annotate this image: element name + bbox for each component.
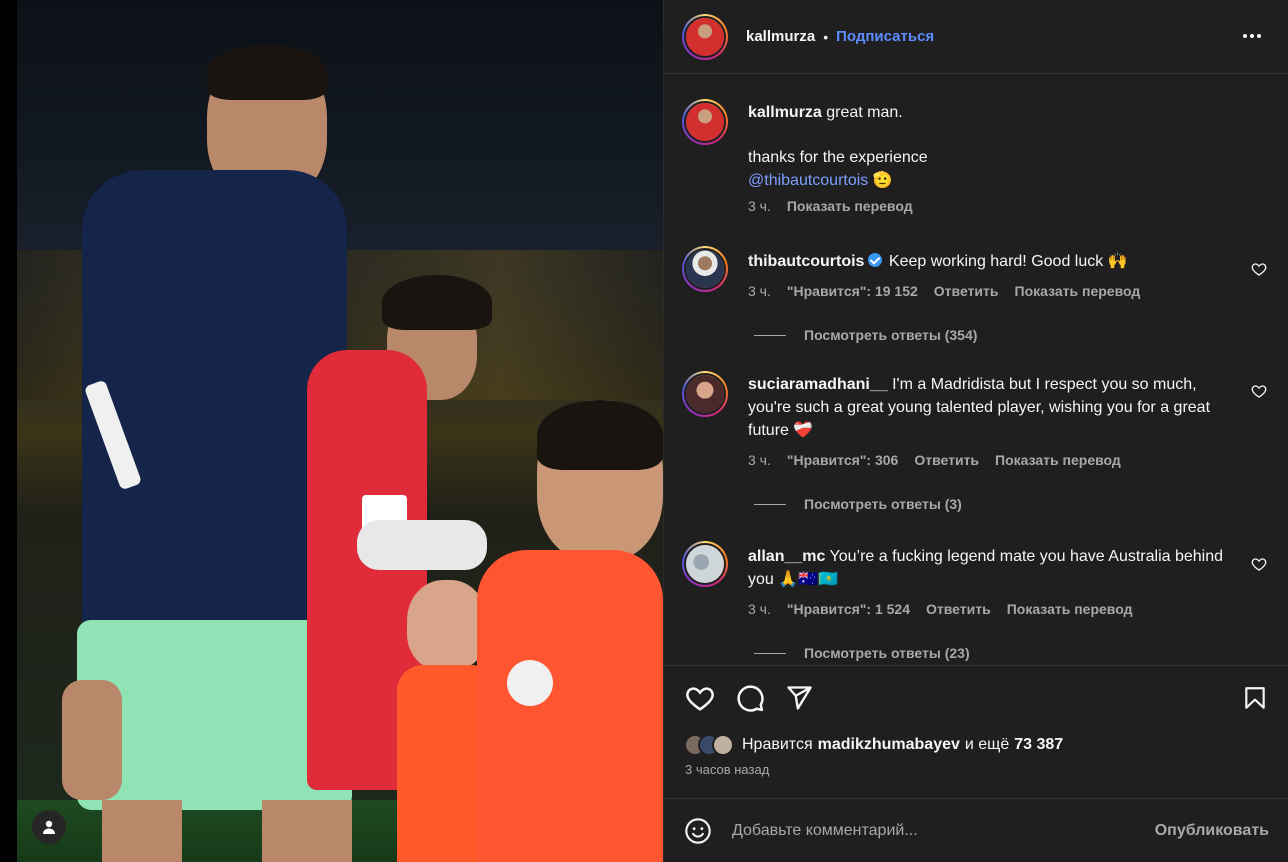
likes-prefix: Нравится: [742, 736, 813, 753]
header-separator: •: [823, 28, 829, 45]
likes-count[interactable]: 73 387: [1014, 736, 1063, 754]
comment-avatar[interactable]: [682, 541, 728, 587]
comment-avatar[interactable]: [682, 246, 728, 292]
comment-translate[interactable]: Показать перевод: [1015, 283, 1141, 299]
comment-time[interactable]: 3 ч.: [748, 601, 771, 617]
bookmark-icon: [1245, 687, 1265, 709]
more-options-button[interactable]: [1240, 24, 1264, 48]
likes-summary[interactable]: Нравится madikzhumabayev и ещё 73 387: [684, 734, 1068, 756]
post-header: kallmurza • Подписаться: [664, 0, 1288, 74]
comment-reply-button[interactable]: Ответить: [914, 452, 979, 468]
comment-likes[interactable]: "Нравится": 306: [787, 452, 898, 468]
comment-item: suciaramadhani__ I'm a Madridista but I …: [682, 371, 1267, 512]
follow-button[interactable]: Подписаться: [836, 28, 934, 45]
comment-like-heart-icon[interactable]: [1251, 261, 1267, 277]
post-time[interactable]: 3 часов назад: [685, 762, 769, 777]
publish-button[interactable]: Опубликовать: [1155, 822, 1269, 840]
save-button[interactable]: [1239, 682, 1271, 714]
comment-username[interactable]: allan__mc: [748, 548, 825, 565]
post-sidebar: kallmurza • Подписаться kallmurza great …: [663, 0, 1288, 862]
caption-time[interactable]: 3 ч.: [748, 198, 771, 214]
action-icons-row: [684, 682, 1271, 714]
tagged-people-button[interactable]: [32, 810, 66, 844]
comment-avatar[interactable]: [682, 371, 728, 417]
comment-like-heart-icon[interactable]: [1251, 383, 1267, 399]
add-comment-bar: Опубликовать: [664, 798, 1288, 862]
post-actions: Нравится madikzhumabayev и ещё 73 387 3 …: [664, 665, 1288, 862]
view-replies-label: Посмотреть ответы (354): [804, 327, 978, 343]
caption-avatar[interactable]: [682, 99, 728, 145]
comment-time[interactable]: 3 ч.: [748, 283, 771, 299]
comment-text: Keep working hard! Good luck 🙌: [888, 253, 1128, 270]
comment-button[interactable]: [734, 682, 766, 714]
comment-item: allan__mc You’re a fucking legend mate y…: [682, 541, 1267, 661]
post-media[interactable]: [0, 0, 663, 862]
author-username[interactable]: kallmurza: [746, 28, 815, 45]
comment-time[interactable]: 3 ч.: [748, 452, 771, 468]
comment-like-heart-icon[interactable]: [1251, 556, 1267, 572]
person-icon: [43, 820, 55, 834]
caption-translate[interactable]: Показать перевод: [787, 198, 913, 214]
comment-icon: [737, 685, 764, 712]
view-replies-button[interactable]: Посмотреть ответы (354): [754, 327, 1267, 343]
comment-likes[interactable]: "Нравится": 1 524: [787, 601, 910, 617]
view-replies-label: Посмотреть ответы (23): [804, 645, 970, 661]
view-replies-label: Посмотреть ответы (3): [804, 496, 962, 512]
comment-translate[interactable]: Показать перевод: [1007, 601, 1133, 617]
caption-emoji: 🫡: [872, 172, 893, 189]
comment-translate[interactable]: Показать перевод: [995, 452, 1121, 468]
view-replies-button[interactable]: Посмотреть ответы (23): [754, 645, 1267, 661]
caption-text-line1: great man.: [826, 104, 903, 121]
post-photo: [17, 0, 663, 862]
like-button[interactable]: [684, 682, 716, 714]
comment-username[interactable]: thibautcourtois: [748, 253, 864, 270]
caption-mention[interactable]: @thibautcourtois: [748, 172, 868, 189]
send-icon: [787, 686, 812, 710]
author-avatar[interactable]: [682, 13, 728, 60]
caption: kallmurza great man. thanks for the expe…: [682, 99, 1267, 214]
likers-avatars: [684, 734, 734, 756]
comment-reply-button[interactable]: Ответить: [926, 601, 991, 617]
share-button[interactable]: [783, 682, 815, 714]
caption-text-line2: thanks for the experience: [748, 149, 928, 166]
more-horizontal-icon: [1243, 34, 1247, 38]
caption-username[interactable]: kallmurza: [748, 104, 822, 121]
likes-username[interactable]: madikzhumabayev: [818, 736, 960, 754]
comment-input[interactable]: [732, 822, 1155, 840]
view-replies-button[interactable]: Посмотреть ответы (3): [754, 496, 1267, 512]
comment-likes[interactable]: "Нравится": 19 152: [787, 283, 918, 299]
smiley-icon[interactable]: [684, 817, 712, 845]
verified-badge-icon: [868, 253, 883, 267]
mascot-child-large: [467, 400, 663, 862]
heart-icon: [686, 687, 714, 711]
comment-username[interactable]: suciaramadhani__: [748, 376, 888, 393]
comment-item: thibautcourtois Keep working hard! Good …: [682, 246, 1267, 343]
comment-reply-button[interactable]: Ответить: [934, 283, 999, 299]
comments-list[interactable]: kallmurza great man. thanks for the expe…: [664, 75, 1288, 665]
likes-middle: и ещё: [964, 736, 1010, 753]
